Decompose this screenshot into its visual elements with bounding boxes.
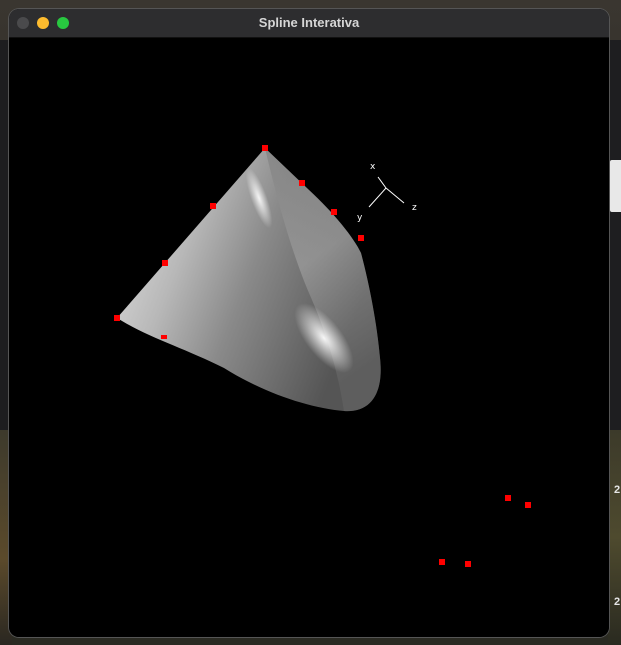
background-number: 2: [614, 484, 621, 496]
axis-label-y: y: [357, 213, 363, 223]
axis-gizmo: x z y: [357, 162, 417, 223]
control-point[interactable]: [161, 335, 167, 339]
render-canvas[interactable]: x z y: [9, 38, 609, 637]
scene-svg[interactable]: x z y: [9, 38, 609, 637]
background-window-right: [608, 40, 621, 430]
axis-label-z: z: [412, 203, 417, 213]
title-bar[interactable]: Spline Interativa: [9, 9, 609, 38]
control-point[interactable]: [210, 203, 216, 209]
control-point[interactable]: [299, 180, 305, 186]
control-point[interactable]: [439, 559, 445, 565]
control-point[interactable]: [525, 502, 531, 508]
background-wallpaper-right: [608, 430, 621, 645]
control-point[interactable]: [162, 260, 168, 266]
spline-window[interactable]: Spline Interativa x z y: [9, 9, 609, 637]
axis-label-x: x: [370, 162, 376, 172]
control-point[interactable]: [465, 561, 471, 567]
window-title: Spline Interativa: [258, 15, 360, 30]
control-point[interactable]: [331, 209, 337, 215]
control-point[interactable]: [114, 315, 120, 321]
control-point[interactable]: [262, 145, 268, 151]
background-card-right: [610, 160, 621, 212]
control-point[interactable]: [505, 495, 511, 501]
background-number: 2: [614, 596, 621, 608]
control-point[interactable]: [358, 235, 364, 241]
